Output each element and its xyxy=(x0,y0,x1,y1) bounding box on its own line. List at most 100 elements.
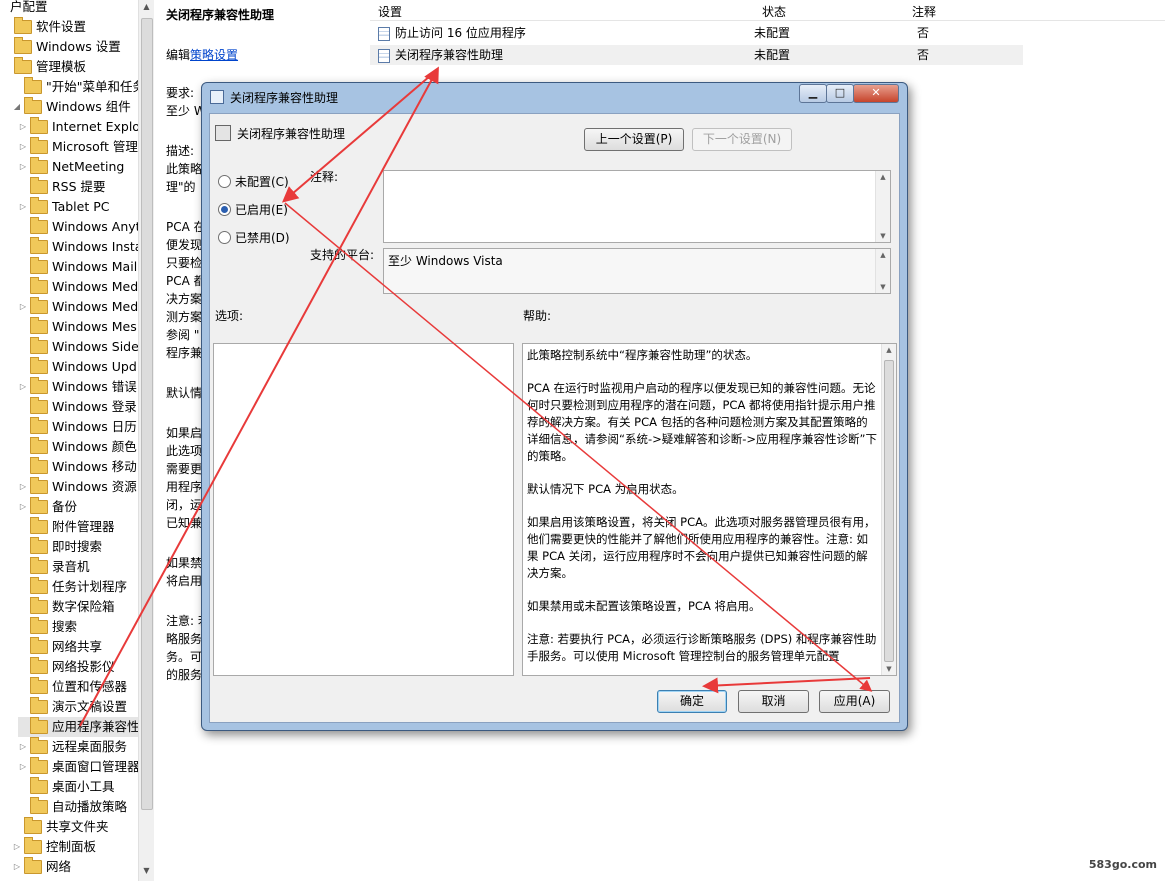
close-icon[interactable]: ✕ xyxy=(853,84,899,103)
tree-item[interactable]: ▷ Windows 资源 xyxy=(18,477,137,497)
minimize-icon[interactable]: ▁ xyxy=(799,84,827,103)
tree-item[interactable]: 桌面小工具 xyxy=(18,777,115,797)
help-paragraph: PCA 在运行时监视用户启动的程序以便发现已知的兼容性问题。无论何时只要检测到应… xyxy=(527,381,877,463)
tree-item[interactable]: Windows Insta xyxy=(18,237,142,257)
tree-item[interactable]: ▷ 控制面板 xyxy=(2,837,96,857)
expand-arrow-icon[interactable]: ▷ xyxy=(18,477,28,497)
tree-item[interactable]: 应用程序兼容性 xyxy=(18,717,140,737)
ok-button[interactable]: 确定 xyxy=(657,690,727,713)
tree-item[interactable]: 数字保险箱 xyxy=(18,597,115,617)
tree-item[interactable]: ▷ Internet Explor xyxy=(18,117,145,137)
tree-item[interactable]: 即时搜索 xyxy=(18,537,102,557)
tree-item[interactable]: 户配置 xyxy=(0,0,48,17)
tree-item-label: Windows 错误 xyxy=(52,379,137,394)
apply-button[interactable]: 应用(A) xyxy=(819,690,890,713)
col-state-header[interactable]: 状态 xyxy=(762,3,786,20)
tree-item-label: Windows 组件 xyxy=(46,99,131,114)
edit-policy-link[interactable]: 策略设置 xyxy=(190,48,238,62)
tree-item[interactable]: 录音机 xyxy=(18,557,90,577)
tree-item-label: 网络共享 xyxy=(52,639,103,654)
expand-arrow-icon[interactable]: ▷ xyxy=(18,157,28,177)
tree-item[interactable]: 管理模板 xyxy=(2,57,86,77)
expand-arrow-icon[interactable]: ▷ xyxy=(12,857,22,877)
tree-item[interactable]: Windows Anyti xyxy=(18,217,144,237)
expand-arrow-icon[interactable]: ▷ xyxy=(18,757,28,777)
radio-not-configured[interactable] xyxy=(218,175,231,188)
tree-item[interactable]: ▷ 桌面窗口管理器 xyxy=(18,757,140,777)
tree-item[interactable]: 共享文件夹 xyxy=(2,817,109,837)
expand-arrow-icon[interactable]: ▷ xyxy=(18,497,28,517)
tree-item[interactable]: 任务计划程序 xyxy=(18,577,127,597)
radio-enabled-label[interactable]: 已启用(E) xyxy=(235,201,288,218)
tree-item[interactable]: ▷ 备份 xyxy=(18,497,77,517)
tree-item[interactable]: Windows Side xyxy=(18,337,139,357)
tree-item-label: Windows Mail xyxy=(52,259,138,274)
help-paragraph: 此策略控制系统中“程序兼容性助理”的状态。 xyxy=(527,348,758,362)
expand-arrow-icon[interactable]: ▷ xyxy=(12,837,22,857)
tree-item[interactable]: RSS 提要 xyxy=(18,177,106,197)
tree-item[interactable]: Windows 移动 xyxy=(18,457,137,477)
tree-item[interactable]: ▷ NetMeeting xyxy=(18,157,124,177)
expand-arrow-icon[interactable]: ▷ xyxy=(18,377,28,397)
policy-tree[interactable]: 户配置 软件设置 Windows 设置 管理模板 "开始"菜单和任务 ◢ Windows 组… xyxy=(0,0,154,881)
tree-item-label: 即时搜索 xyxy=(52,539,103,554)
tree-item[interactable]: Windows 登录 xyxy=(18,397,137,417)
tree-item[interactable]: 网络投影仪 xyxy=(18,657,115,677)
tree-item[interactable]: ▷ 远程桌面服务 xyxy=(18,737,127,757)
col-comment-header[interactable]: 注释 xyxy=(912,3,936,20)
tree-item[interactable]: ▷ Windows 错误 xyxy=(18,377,137,397)
expand-arrow-icon[interactable]: ▷ xyxy=(18,137,28,157)
tree-item-label: 位置和传感器 xyxy=(52,679,128,694)
table-row[interactable]: 关闭程序兼容性助理 未配置 否 xyxy=(370,45,1023,65)
table-row[interactable]: 防止访问 16 位应用程序 未配置 否 xyxy=(370,23,1023,43)
expand-arrow-icon[interactable]: ◢ xyxy=(12,97,22,117)
tree-item[interactable]: 软件设置 xyxy=(2,17,86,37)
tree-item[interactable]: Windows 设置 xyxy=(2,37,121,57)
tree-item[interactable]: ▷ 网络 xyxy=(2,857,71,877)
tree-item-label: RSS 提要 xyxy=(52,179,106,194)
folder-icon xyxy=(30,217,48,234)
next-setting-button[interactable]: 下一个设置(N) xyxy=(692,128,792,151)
tree-item[interactable]: 位置和传感器 xyxy=(18,677,127,697)
radio-not-configured-label[interactable]: 未配置(C) xyxy=(235,173,289,190)
tree-item[interactable]: Windows Mes xyxy=(18,317,137,337)
radio-enabled[interactable] xyxy=(218,203,231,216)
tree-item[interactable]: 搜索 xyxy=(18,617,77,637)
dialog-titlebar[interactable]: 关闭程序兼容性助理 ▁ □ ✕ xyxy=(202,83,907,109)
tree-scrollbar[interactable]: ▲ ▼ xyxy=(138,0,154,881)
tree-item[interactable]: Windows 颜色 xyxy=(18,437,137,457)
cancel-button[interactable]: 取消 xyxy=(738,690,809,713)
maximize-icon[interactable]: □ xyxy=(826,84,854,103)
tree-item[interactable]: Windows 日历 xyxy=(18,417,137,437)
tree-item[interactable]: 自动播放策略 xyxy=(18,797,127,817)
policy-icon xyxy=(210,90,224,104)
tree-item[interactable]: ▷ Microsoft 管理 xyxy=(18,137,138,157)
tree-item[interactable]: ◢ Windows 组件 xyxy=(2,97,131,117)
scroll-down-arrow-icon[interactable]: ▼ xyxy=(139,866,154,875)
folder-icon xyxy=(30,377,48,394)
tree-item[interactable]: "开始"菜单和任务 xyxy=(2,77,145,97)
tree-item[interactable]: ▷ Windows Med xyxy=(18,297,138,317)
prev-setting-button[interactable]: 上一个设置(P) xyxy=(584,128,684,151)
tree-item[interactable]: 网络共享 xyxy=(18,637,102,657)
expand-arrow-icon[interactable]: ▷ xyxy=(18,197,28,217)
expand-arrow-icon[interactable]: ▷ xyxy=(18,297,28,317)
tree-item[interactable]: Windows Upd xyxy=(18,357,137,377)
tree-item[interactable]: Windows Mail xyxy=(18,257,137,277)
scroll-thumb[interactable] xyxy=(141,18,153,810)
expand-arrow-icon[interactable]: ▷ xyxy=(18,737,28,757)
tree-item[interactable]: 演示文稿设置 xyxy=(18,697,127,717)
tree-item[interactable]: Windows Med xyxy=(18,277,138,297)
radio-disabled-label[interactable]: 已禁用(D) xyxy=(235,229,290,246)
tree-item[interactable]: 附件管理器 xyxy=(18,517,115,537)
tree-item[interactable]: ▷ Tablet PC xyxy=(18,197,109,217)
folder-icon xyxy=(30,717,48,734)
help-panel[interactable]: 此策略控制系统中“程序兼容性助理”的状态。 PCA 在运行时监视用户启动的程序以便… xyxy=(522,343,897,676)
col-setting-header[interactable]: 设置 xyxy=(378,3,402,20)
scroll-up-arrow-icon[interactable]: ▲ xyxy=(139,2,154,11)
tree-item-label: Windows 登录 xyxy=(52,399,137,414)
comment-textarea[interactable]: ▲ ▼ xyxy=(383,170,891,243)
radio-disabled[interactable] xyxy=(218,231,231,244)
expand-arrow-icon[interactable]: ▷ xyxy=(18,117,28,137)
tree-item-label: 桌面窗口管理器 xyxy=(52,759,140,774)
